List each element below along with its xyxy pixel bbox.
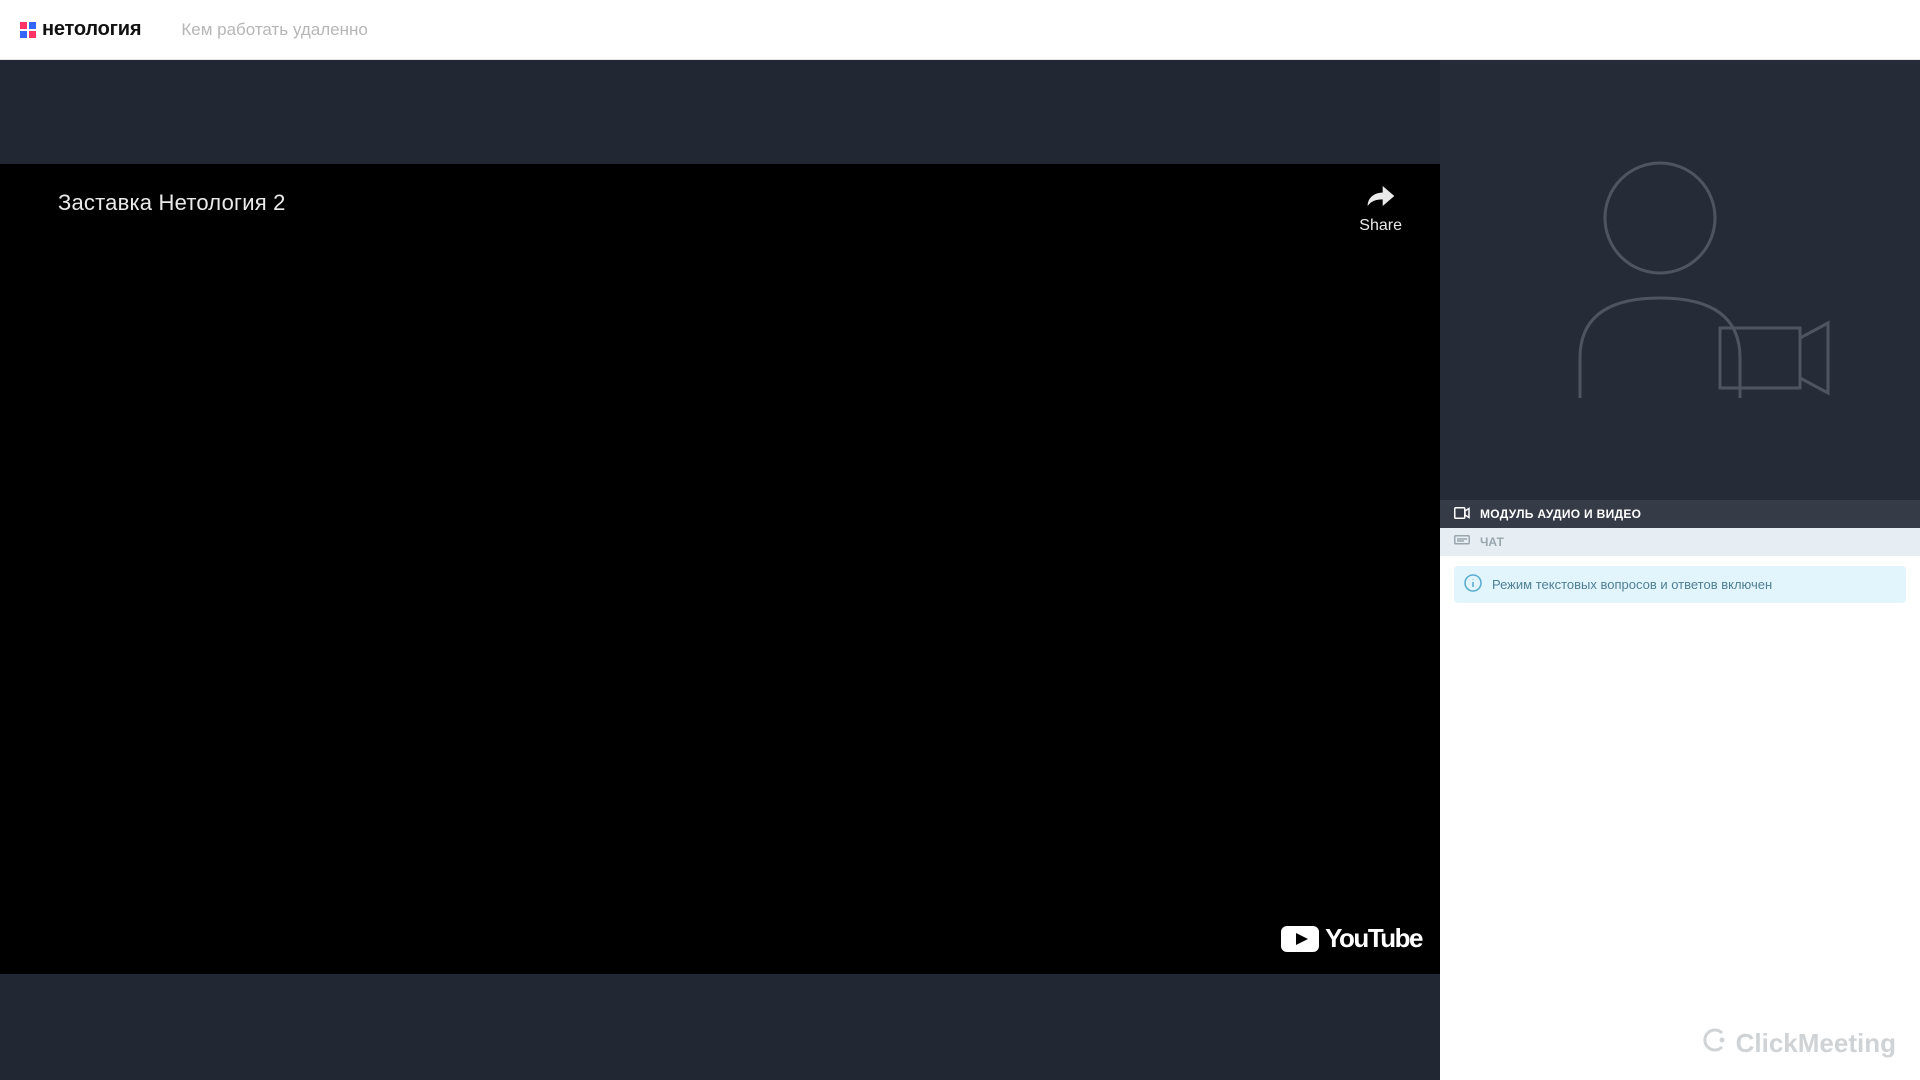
av-module-header[interactable]: МОДУЛЬ АУДИО И ВИДЕО <box>1440 500 1920 528</box>
brand-logo-mark-icon <box>20 22 36 38</box>
clickmeeting-wordmark: ClickMeeting <box>1736 1028 1896 1059</box>
stage-bottom-padding <box>0 974 1440 1080</box>
qa-mode-notice-text: Режим текстовых вопросов и ответов включ… <box>1492 577 1772 592</box>
share-button[interactable]: Share <box>1359 184 1402 235</box>
brand-logo-text: нетология <box>42 18 141 41</box>
youtube-wordmark: YouTube <box>1325 923 1422 954</box>
youtube-icon <box>1281 926 1319 952</box>
share-icon <box>1366 184 1396 213</box>
share-button-label: Share <box>1359 217 1402 235</box>
right-panel: МОДУЛЬ АУДИО И ВИДЕО ЧАТ <box>1440 60 1920 1080</box>
presenter-placeholder-icon <box>1530 148 1830 413</box>
chat-body: Режим текстовых вопросов и ответов включ… <box>1440 556 1920 1080</box>
video-title: Заставка Нетология 2 <box>58 190 286 216</box>
av-module-label: МОДУЛЬ АУДИО И ВИДЕО <box>1480 507 1641 521</box>
video-player[interactable]: Заставка Нетология 2 Share YouTube <box>0 164 1440 974</box>
stage-area: Заставка Нетология 2 Share YouTube <box>0 60 1440 1080</box>
info-icon <box>1464 574 1482 595</box>
brand-logo[interactable]: нетология <box>20 18 141 41</box>
clickmeeting-watermark: ClickMeeting <box>1702 1027 1896 1060</box>
chat-header[interactable]: ЧАТ <box>1440 528 1920 556</box>
stage-top-padding <box>0 60 1440 164</box>
top-bar: нетология Кем работать удаленно <box>0 0 1920 60</box>
webcam-area <box>1440 60 1920 500</box>
chat-header-label: ЧАТ <box>1480 535 1504 549</box>
clickmeeting-icon <box>1702 1027 1728 1060</box>
breadcrumb[interactable]: Кем работать удаленно <box>181 20 367 40</box>
workspace: Заставка Нетология 2 Share YouTube <box>0 60 1920 1080</box>
chat-icon <box>1454 535 1470 550</box>
qa-mode-notice: Режим текстовых вопросов и ответов включ… <box>1454 566 1906 603</box>
camera-icon <box>1454 507 1470 522</box>
youtube-watermark[interactable]: YouTube <box>1281 923 1422 954</box>
